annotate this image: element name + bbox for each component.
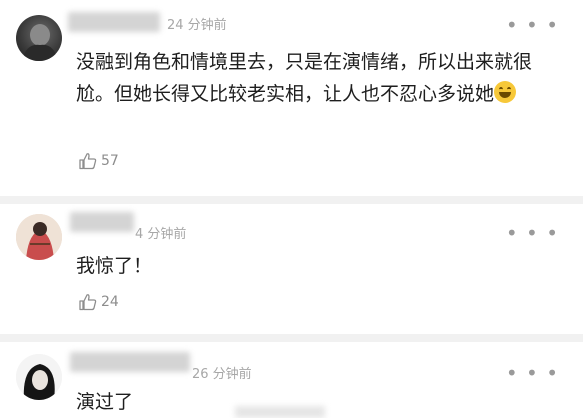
more-options-icon[interactable]: • • • bbox=[506, 361, 559, 385]
username-blurred[interactable] bbox=[70, 352, 190, 372]
avatar-image bbox=[16, 354, 62, 400]
like-button[interactable]: 57 bbox=[78, 151, 119, 171]
divider bbox=[0, 196, 583, 204]
avatar[interactable] bbox=[16, 15, 62, 61]
comment-text: 没融到角色和情境里去，只是在演情绪，所以出来就很尬。但她长得又比较老实相，让人也… bbox=[76, 46, 556, 110]
comment-1: 24 分钟前 • • • 没融到角色和情境里去，只是在演情绪，所以出来就很尬。但… bbox=[0, 0, 583, 200]
comment-text: 演过了 bbox=[76, 391, 134, 413]
comment-3: 26 分钟前 • • • 演过了 bbox=[0, 342, 583, 416]
thumbs-up-icon bbox=[79, 294, 97, 311]
avatar-image bbox=[22, 24, 58, 61]
more-options-icon[interactable]: • • • bbox=[506, 13, 559, 37]
comment-time: 4 分钟前 bbox=[135, 227, 187, 242]
username-blurred[interactable] bbox=[70, 212, 134, 232]
comment-text: 我惊了！ bbox=[76, 255, 153, 277]
grinning-sweat-emoji-icon bbox=[494, 81, 517, 103]
like-count: 24 bbox=[101, 294, 119, 310]
comment-2: 4 分钟前 • • • 我惊了！ 24 bbox=[0, 204, 583, 340]
avatar[interactable] bbox=[16, 354, 62, 400]
like-count: 57 bbox=[101, 153, 119, 169]
thumbs-up-icon bbox=[79, 153, 97, 170]
username-blurred[interactable] bbox=[68, 12, 160, 32]
more-options-icon[interactable]: • • • bbox=[506, 221, 559, 245]
comment-time: 24 分钟前 bbox=[167, 18, 227, 33]
divider bbox=[0, 334, 583, 342]
bottom-blur bbox=[235, 406, 325, 418]
comment-text-content: 没融到角色和情境里去，只是在演情绪，所以出来就很尬。但她长得又比较老实相，让人也… bbox=[76, 51, 533, 105]
avatar[interactable] bbox=[16, 214, 62, 260]
avatar-image bbox=[16, 214, 62, 260]
comment-time: 26 分钟前 bbox=[192, 367, 252, 382]
like-button[interactable]: 24 bbox=[78, 292, 119, 312]
